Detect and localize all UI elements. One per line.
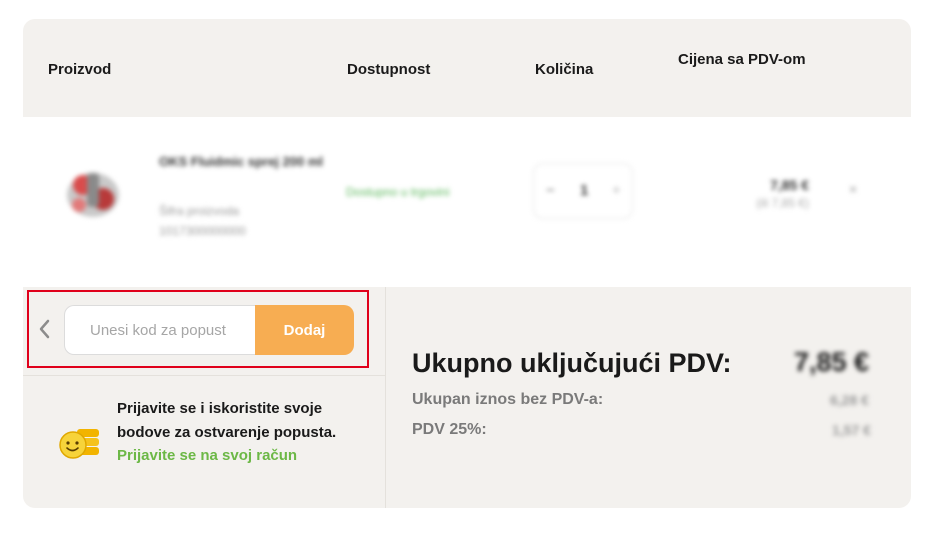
net-amount-label: Ukupan iznos bez PDV-a: bbox=[412, 391, 604, 408]
add-coupon-button[interactable]: Dodaj bbox=[255, 305, 354, 355]
header-product: Proizvod bbox=[48, 61, 112, 78]
product-code-value: 1017300000000 bbox=[159, 224, 246, 238]
item-price-secondary: (ili 7,85 €) bbox=[756, 196, 809, 210]
header-price: Cijena sa PDV-om bbox=[678, 51, 806, 68]
product-code: Šifra proizvoda 1017300000000 bbox=[159, 201, 246, 241]
quantity-decrease-button[interactable]: − bbox=[546, 182, 555, 199]
coupon-section: Dodaj bbox=[23, 287, 385, 375]
close-icon: × bbox=[849, 181, 858, 197]
coupon-code-input[interactable] bbox=[64, 305, 264, 355]
vat-label: PDV 25%: bbox=[412, 421, 487, 438]
availability-status: Dostupno u trgovini bbox=[346, 185, 450, 199]
cart-card: Proizvod Dostupnost Količina Cijena sa P… bbox=[23, 19, 911, 508]
order-summary: Ukupno uključujući PDV: 7,85 € Ukupan iz… bbox=[385, 287, 911, 508]
vat-value: 1,57 € bbox=[832, 422, 871, 438]
quantity-stepper: − 1 + bbox=[533, 163, 633, 219]
net-amount-value: 6,28 € bbox=[830, 392, 869, 408]
item-price-value: 7,85 € bbox=[770, 177, 809, 193]
product-code-label: Šifra proizvoda bbox=[159, 204, 240, 218]
header-quantity: Količina bbox=[535, 61, 594, 78]
product-thumbnail[interactable] bbox=[59, 165, 127, 223]
login-link[interactable]: Prijavite se na svoj račun bbox=[117, 447, 297, 464]
item-price: 7,85 € (ili 7,85 €) bbox=[729, 177, 809, 210]
total-label: Ukupno uključujući PDV: bbox=[412, 348, 732, 378]
quantity-value[interactable]: 1 bbox=[580, 182, 588, 199]
login-promo: Prijavite se i iskoristite svoje bodove … bbox=[23, 375, 385, 508]
remove-item-button[interactable]: × bbox=[849, 181, 857, 197]
cart-item-row: OKS Fluidmic sprej 200 ml Šifra proizvod… bbox=[23, 117, 911, 287]
header-availability: Dostupnost bbox=[347, 61, 431, 78]
quantity-increase-button[interactable]: + bbox=[612, 182, 621, 199]
cart-table-header: Proizvod Dostupnost Količina Cijena sa P… bbox=[23, 19, 911, 117]
product-name[interactable]: OKS Fluidmic sprej 200 ml bbox=[159, 153, 324, 171]
total-value: 7,85 € bbox=[794, 347, 870, 377]
chevron-left-icon[interactable] bbox=[38, 317, 52, 341]
login-promo-message: Prijavite se i iskoristite svoje bodove … bbox=[117, 400, 337, 441]
login-promo-text: Prijavite se i iskoristite svoje bodove … bbox=[117, 397, 367, 468]
coins-smiley-icon bbox=[59, 425, 103, 463]
